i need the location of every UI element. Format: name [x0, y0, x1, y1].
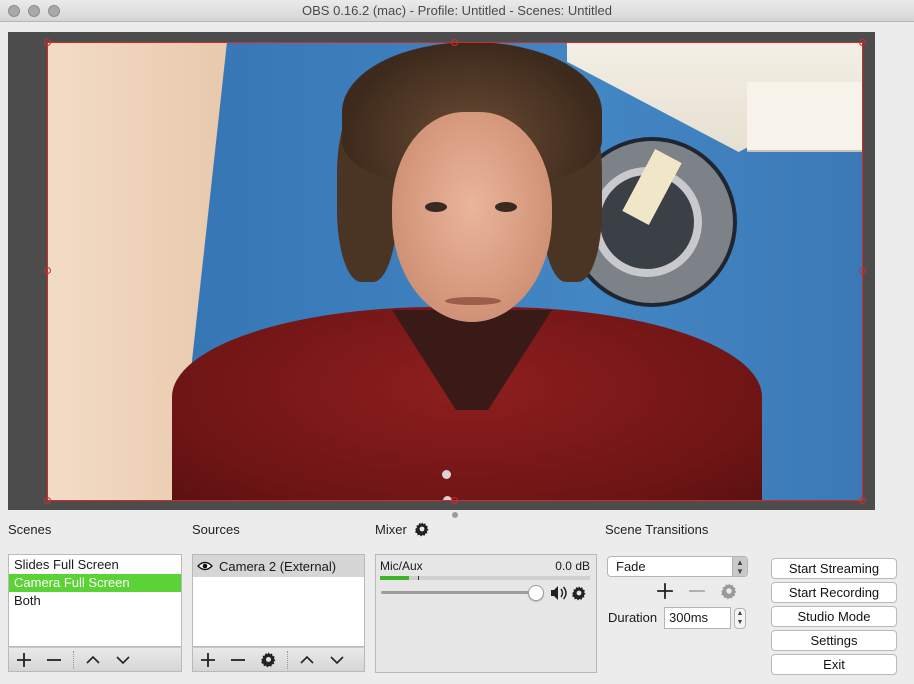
volume-slider-knob[interactable] — [527, 585, 544, 601]
gear-icon[interactable] — [571, 585, 587, 601]
sources-list[interactable]: Camera 2 (External) — [192, 554, 365, 647]
studio-mode-button[interactable]: Studio Mode — [771, 606, 897, 627]
minus-icon — [231, 658, 245, 661]
transition-select-value: Fade — [616, 559, 646, 574]
add-transition-button[interactable] — [656, 582, 674, 600]
speaker-icon[interactable] — [550, 585, 568, 601]
mixer-title: Mixer — [375, 522, 407, 537]
duration-input[interactable]: 300ms — [664, 607, 731, 629]
remove-source-button[interactable] — [223, 648, 253, 672]
toolbar-separator — [73, 650, 74, 669]
transition-properties-button[interactable] — [720, 582, 738, 600]
source-properties-button[interactable] — [253, 648, 283, 672]
scene-item-slides-full-screen[interactable]: Slides Full Screen — [9, 556, 181, 574]
resize-handle-bottom-left[interactable] — [44, 497, 51, 504]
move-scene-up-button[interactable] — [78, 648, 108, 672]
camera-subject-eye — [425, 202, 447, 212]
eye-icon[interactable] — [197, 561, 213, 571]
resize-handle-bottom-right[interactable] — [859, 497, 866, 504]
mixer-channel-name: Mic/Aux — [380, 559, 423, 573]
move-source-up-button[interactable] — [292, 648, 322, 672]
scene-item-camera-full-screen[interactable]: Camera Full Screen — [9, 574, 181, 592]
start-streaming-button[interactable]: Start Streaming — [771, 558, 897, 579]
toolbar-separator — [287, 650, 288, 669]
resize-handle-right[interactable] — [859, 267, 866, 274]
remove-scene-button[interactable] — [39, 648, 69, 672]
sources-toolbar — [192, 647, 365, 672]
audio-level-meter-peak — [418, 576, 419, 580]
scenes-list[interactable]: Slides Full Screen Camera Full Screen Bo… — [8, 554, 182, 647]
add-scene-button[interactable] — [9, 648, 39, 672]
transition-select[interactable]: Fade ▲ ▼ — [607, 556, 748, 577]
preview-canvas[interactable] — [47, 42, 863, 501]
duration-label: Duration — [608, 610, 658, 625]
audio-level-meter-fill — [380, 576, 410, 580]
chevron-up-icon — [300, 655, 314, 664]
scene-shelf — [747, 82, 863, 152]
scene-item-both[interactable]: Both — [9, 592, 181, 610]
exit-button[interactable]: Exit — [771, 654, 897, 675]
gear-icon — [260, 652, 276, 668]
mixer-panel: Mic/Aux 0.0 dB — [375, 554, 597, 673]
chevron-down-icon — [330, 655, 344, 664]
resize-handle-top-right[interactable] — [859, 39, 866, 46]
window-title: OBS 0.16.2 (mac) - Profile: Untitled - S… — [302, 3, 612, 18]
source-item-label: Camera 2 (External) — [219, 558, 337, 574]
audio-level-meter — [380, 576, 590, 580]
mixer-channel-level: 0.0 dB — [555, 559, 590, 573]
move-scene-down-button[interactable] — [108, 648, 138, 672]
add-source-button[interactable] — [193, 648, 223, 672]
dock-splitter-handle[interactable] — [452, 512, 458, 518]
resize-handle-bottom[interactable] — [451, 497, 458, 504]
scene-transitions-title: Scene Transitions — [605, 522, 709, 537]
start-recording-button[interactable]: Start Recording — [771, 582, 897, 603]
resize-handle-top-left[interactable] — [44, 39, 51, 46]
title-bar: OBS 0.16.2 (mac) - Profile: Untitled - S… — [0, 0, 914, 22]
plus-icon — [17, 652, 31, 667]
chevron-down-icon — [116, 655, 130, 664]
sources-title: Sources — [192, 522, 240, 537]
minus-icon — [47, 658, 61, 661]
resize-handle-top[interactable] — [451, 39, 458, 46]
settings-button[interactable]: Settings — [771, 630, 897, 651]
scenes-toolbar — [8, 647, 182, 672]
camera-subject-mouth — [445, 297, 501, 305]
move-source-down-button[interactable] — [322, 648, 352, 672]
duration-stepper[interactable]: ▲ ▼ — [734, 608, 746, 629]
shirt-button — [442, 470, 451, 479]
volume-slider[interactable] — [381, 591, 539, 594]
chevron-up-down-icon: ▲ ▼ — [732, 557, 747, 576]
chevron-up-icon — [86, 655, 100, 664]
source-item-camera-2[interactable]: Camera 2 (External) — [193, 555, 364, 577]
plus-icon — [201, 652, 215, 667]
scenes-title: Scenes — [8, 522, 52, 537]
camera-subject-face — [392, 112, 552, 322]
camera-subject-eye — [495, 202, 517, 212]
remove-transition-button[interactable] — [688, 582, 706, 600]
gear-icon[interactable] — [414, 521, 430, 537]
resize-handle-left[interactable] — [44, 267, 51, 274]
